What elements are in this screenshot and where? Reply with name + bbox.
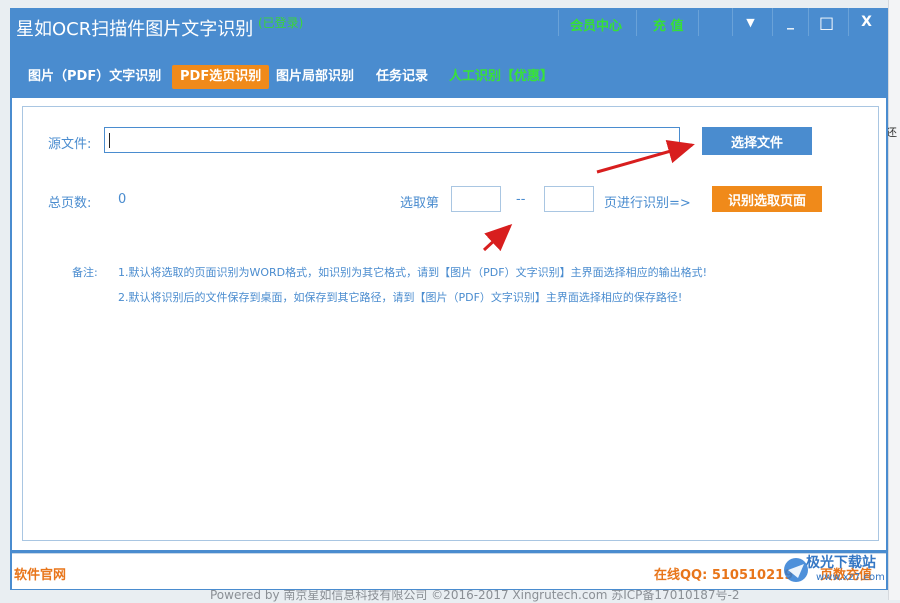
website-link[interactable]: 软件官网 — [14, 564, 66, 583]
total-pages-label: 总页数: — [48, 196, 92, 211]
main-content — [12, 98, 886, 550]
window-title: 星如OCR扫描件图片文字识别 — [16, 19, 254, 40]
recognize-pages-button[interactable]: 识别选取页面 — [712, 186, 822, 212]
login-status-badge: (已登录) — [258, 16, 304, 30]
range-separator: -- — [516, 192, 526, 207]
close-button[interactable]: X — [848, 8, 884, 36]
tab-image-pdf-ocr[interactable]: 图片（PDF）文字识别 — [28, 65, 161, 89]
status-bar: 软件官网 在线QQ: 510510219 页数充值 — [12, 553, 886, 589]
chevron-down-icon: ▼ — [746, 15, 755, 29]
source-file-label: 源文件: — [48, 137, 92, 152]
minimize-icon: _ — [787, 14, 794, 30]
title-separator — [698, 10, 699, 36]
tab-partial-ocr[interactable]: 图片局部识别 — [276, 65, 354, 89]
title-separator — [558, 10, 559, 36]
recharge-link[interactable]: 充 值 — [653, 15, 684, 34]
watermark-logo: 极光下载站 www.xz7.com — [780, 548, 890, 596]
note-line-2: 2.默认将识别后的文件保存到桌面，如保存到其它路径，请到【图片（PDF）文字识别… — [118, 291, 683, 304]
tab-task-records[interactable]: 任务记录 — [376, 65, 428, 89]
watermark-url: www.xz7.com — [816, 572, 885, 583]
notes-label: 备注: — [72, 266, 98, 279]
tab-bar: 图片（PDF）文字识别 PDF选页识别 图片局部识别 任务记录 人工识别【优惠】 — [10, 65, 888, 91]
page-from-input[interactable] — [451, 186, 501, 212]
title-separator — [636, 10, 637, 36]
select-from-label: 选取第 — [400, 196, 440, 211]
watermark-text: 极光下载站 — [806, 555, 876, 571]
close-icon: X — [861, 14, 872, 30]
choose-file-button[interactable]: 选择文件 — [702, 127, 812, 155]
minimize-button[interactable]: _ — [772, 8, 808, 36]
total-pages-value: 0 — [118, 192, 127, 207]
maximize-button[interactable]: □ — [808, 8, 844, 36]
select-to-label: 页进行识别=> — [604, 196, 691, 211]
form-panel — [22, 106, 879, 541]
online-qq[interactable]: 在线QQ: 510510219 — [654, 564, 793, 583]
text-caret — [109, 133, 110, 148]
tab-pdf-page-ocr[interactable]: PDF选页识别 — [172, 65, 270, 89]
source-file-input[interactable] — [104, 127, 680, 153]
page-to-input[interactable] — [544, 186, 594, 212]
tab-manual-ocr[interactable]: 人工识别【优惠】 — [449, 65, 553, 89]
dropdown-menu-button[interactable]: ▼ — [732, 8, 768, 36]
maximize-icon: □ — [818, 12, 835, 32]
member-center-link[interactable]: 会员中心 — [570, 15, 622, 34]
title-bar[interactable]: 星如OCR扫描件图片文字识别 (已登录) 会员中心 充 值 ▼ _ □ X — [10, 8, 888, 48]
background-window-strip — [888, 0, 900, 600]
note-line-1: 1.默认将选取的页面识别为WORD格式，如识别为其它格式，请到【图片（PDF）文… — [118, 266, 707, 279]
